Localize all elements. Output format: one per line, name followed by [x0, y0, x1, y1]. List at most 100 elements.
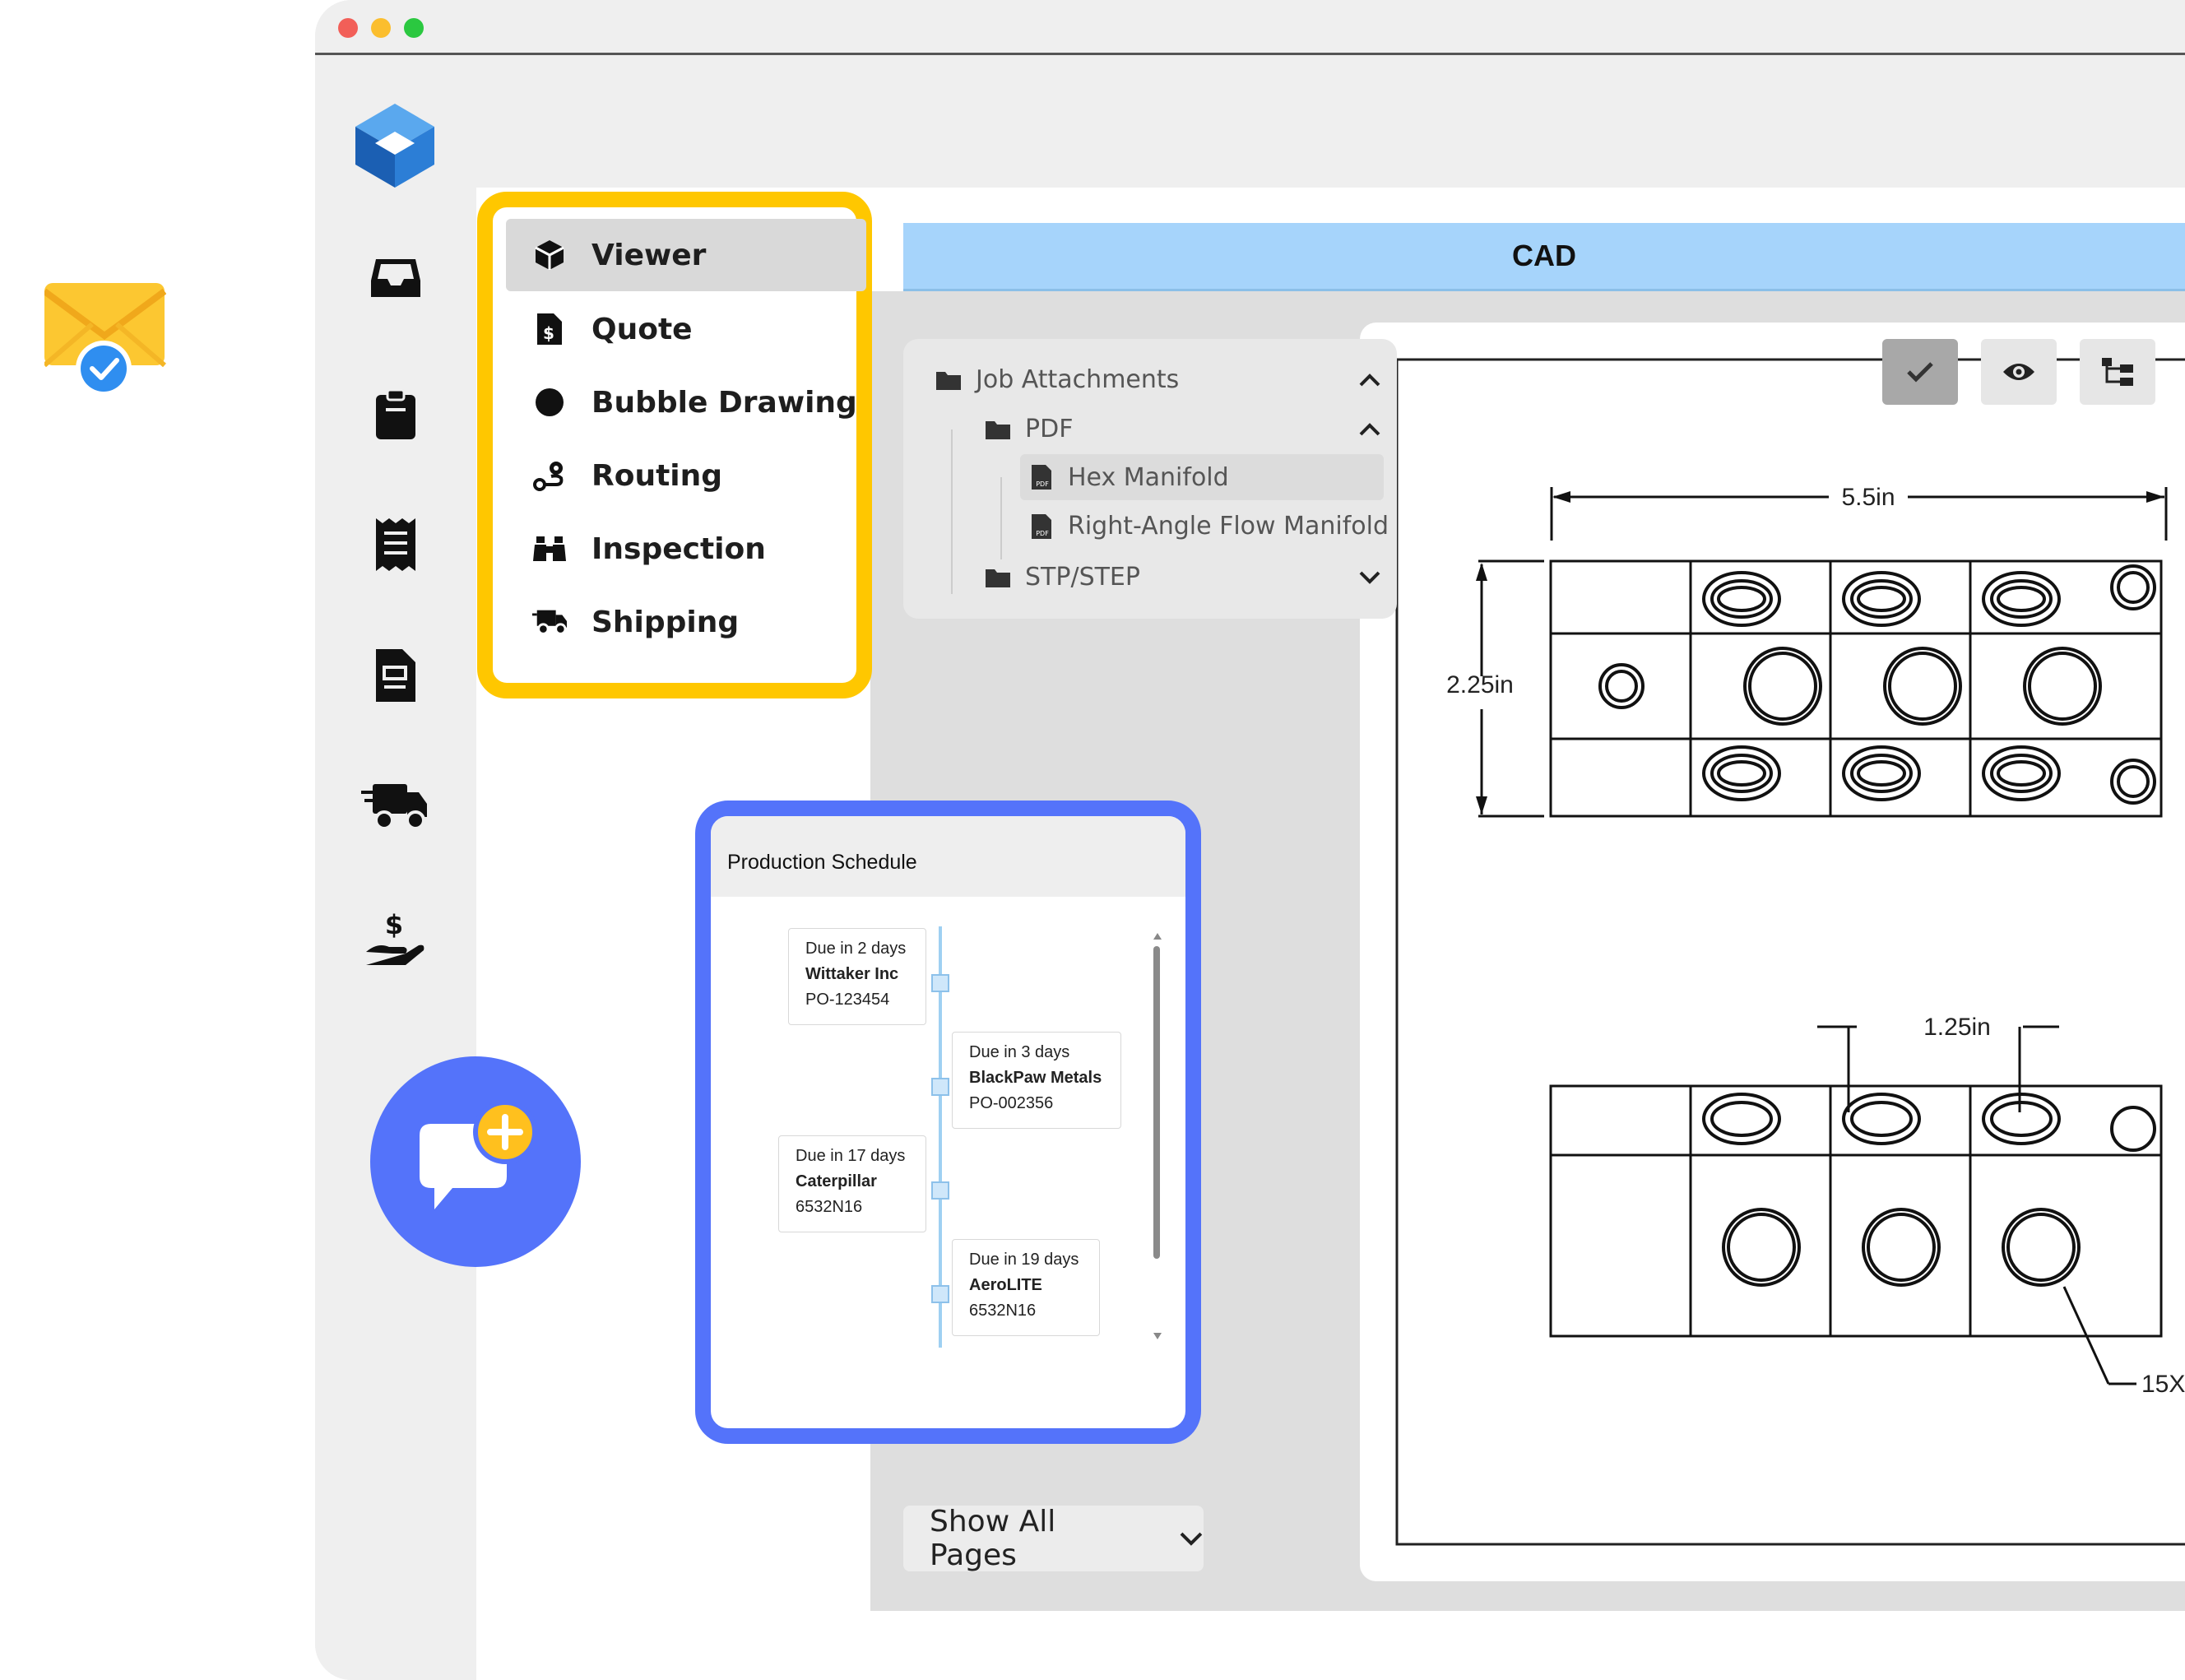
- app-logo: [352, 100, 438, 195]
- delivery-truck-icon[interactable]: [361, 781, 429, 836]
- calendar-icon: [931, 1078, 949, 1096]
- due-text: Due in 19 days: [969, 1251, 1079, 1269]
- customer-name: Wittaker Inc: [805, 965, 899, 983]
- tree-view-button[interactable]: [2080, 339, 2155, 405]
- file-label: Hex Manifold: [1068, 462, 1229, 492]
- route-icon: [532, 458, 567, 493]
- customer-name: AeroLITE: [969, 1276, 1042, 1294]
- po-number: 6532N16: [969, 1302, 1037, 1320]
- schedule-title: Production Schedule: [727, 851, 917, 874]
- hole-callout: 15X: [2141, 1371, 2185, 1398]
- sidebar: $: [315, 55, 476, 1680]
- truck-icon: [532, 605, 567, 639]
- calendar-icon: [931, 1181, 949, 1200]
- cube-icon: [532, 238, 567, 272]
- width-dimension: 5.5in: [1841, 484, 1895, 511]
- height-dimension: 2.25in: [1446, 671, 1514, 698]
- nav-label: Viewer: [591, 238, 707, 272]
- chat-add-icon: [420, 1100, 537, 1209]
- nav-item-quote[interactable]: $ Quote: [506, 293, 866, 365]
- circle-icon: [532, 385, 567, 420]
- pdf-file-icon: PDF: [1032, 465, 1051, 490]
- maximize-window-button[interactable]: [404, 18, 424, 38]
- due-text: Due in 2 days: [805, 940, 907, 958]
- schedule-card[interactable]: Due in 2 days Wittaker Inc PO-123454: [788, 928, 926, 1025]
- due-text: Due in 3 days: [969, 1043, 1070, 1061]
- module-nav-panel: Viewer $ Quote Bubble Drawing Routing In…: [477, 192, 872, 698]
- scroll-up-arrow[interactable]: [1153, 933, 1162, 940]
- cad-drawing-sheet: 5.5in 2.25in 1.25in 15X: [1360, 323, 2185, 1581]
- po-number: PO-002356: [969, 1094, 1054, 1112]
- title-bar: [315, 0, 2185, 55]
- cad-header: CAD: [903, 223, 2185, 291]
- folder-icon: [986, 569, 1010, 587]
- close-window-button[interactable]: [338, 18, 358, 38]
- file-hex-manifold[interactable]: PDF Hex Manifold: [1020, 454, 1384, 500]
- show-all-pages-label: Show All Pages: [930, 1505, 1056, 1572]
- technical-drawing: 5.5in 2.25in 1.25in 15X: [1395, 358, 2185, 1546]
- chevron-up-icon[interactable]: [1359, 422, 1380, 436]
- payment-hand-icon[interactable]: $: [364, 909, 425, 972]
- folder-icon: [986, 420, 1010, 439]
- chevron-down-icon[interactable]: [1359, 571, 1380, 584]
- approve-button[interactable]: [1882, 339, 1958, 405]
- tree-guide-line: [1000, 477, 1002, 559]
- svg-text:$: $: [385, 911, 403, 940]
- scroll-down-arrow[interactable]: [1153, 1333, 1162, 1339]
- check-icon: [1907, 362, 1933, 383]
- chevron-down-icon: [1180, 1532, 1203, 1546]
- nav-item-viewer[interactable]: Viewer: [506, 219, 866, 291]
- schedule-card[interactable]: Due in 17 days Caterpillar 6532N16: [778, 1135, 926, 1232]
- inbox-icon[interactable]: [369, 256, 422, 306]
- pitch-dimension: 1.25in: [1923, 1014, 1991, 1041]
- dollar-file-icon: $: [532, 312, 567, 346]
- nav-item-bubble-drawing[interactable]: Bubble Drawing: [506, 366, 866, 439]
- binoculars-icon: [532, 531, 567, 566]
- nav-label: Inspection: [591, 531, 766, 566]
- nav-label: Routing: [591, 458, 723, 493]
- schedule-header: Production Schedule: [711, 816, 1185, 897]
- folder-label: STP/STEP: [1025, 563, 1140, 592]
- clipboard-icon[interactable]: [376, 388, 415, 443]
- tree-structure-icon: [2102, 358, 2133, 386]
- calendar-icon: [931, 1285, 949, 1303]
- svg-text:$: $: [543, 323, 554, 343]
- attachments-tree: Job Attachments PDF PDF Hex Manifold PDF…: [903, 339, 1397, 619]
- svg-text:PDF: PDF: [1036, 530, 1049, 537]
- svg-text:PDF: PDF: [1036, 480, 1049, 488]
- eye-icon: [2003, 364, 2034, 380]
- schedule-card[interactable]: Due in 3 days BlackPaw Metals PO-002356: [952, 1032, 1121, 1129]
- chevron-up-icon[interactable]: [1359, 373, 1380, 387]
- po-number: 6532N16: [796, 1198, 863, 1216]
- due-text: Due in 17 days: [796, 1147, 906, 1165]
- new-chat-button[interactable]: [370, 1056, 581, 1267]
- preview-button[interactable]: [1981, 339, 2057, 405]
- tree-guide-line: [951, 429, 953, 594]
- cad-title: CAD: [1512, 239, 1576, 272]
- schedule-card[interactable]: Due in 19 days AeroLITE 6532N16: [952, 1239, 1100, 1336]
- folder-stp-step[interactable]: STP/STEP: [986, 563, 1380, 592]
- nav-item-inspection[interactable]: Inspection: [506, 513, 866, 585]
- file-right-angle-flow-manifold[interactable]: PDF Right-Angle Flow Manifold: [1032, 512, 1394, 541]
- minimize-window-button[interactable]: [371, 18, 391, 38]
- scrollbar-thumb[interactable]: [1153, 946, 1160, 1259]
- nav-label: Quote: [591, 312, 693, 346]
- production-schedule-panel: Production Schedule Due in 2 days Wittak…: [695, 801, 1201, 1444]
- nav-item-routing[interactable]: Routing: [506, 439, 866, 512]
- folder-label: Job Attachments: [976, 365, 1180, 394]
- folder-pdf[interactable]: PDF: [986, 415, 1380, 443]
- pdf-file-icon: PDF: [1032, 513, 1051, 539]
- receipt-icon[interactable]: [376, 518, 415, 575]
- file-label: Right-Angle Flow Manifold: [1068, 512, 1389, 541]
- folder-job-attachments[interactable]: Job Attachments: [936, 365, 1380, 394]
- calendar-icon: [931, 974, 949, 992]
- nav-label: Shipping: [591, 605, 740, 639]
- nav-item-shipping[interactable]: Shipping: [506, 586, 866, 658]
- folder-label: PDF: [1025, 415, 1074, 443]
- customer-name: BlackPaw Metals: [969, 1069, 1102, 1087]
- nav-label: Bubble Drawing: [591, 385, 857, 420]
- document-icon[interactable]: [376, 649, 415, 706]
- show-all-pages-dropdown[interactable]: Show All Pages: [903, 1505, 1204, 1572]
- folder-icon: [936, 371, 961, 390]
- scrollbar[interactable]: [1153, 933, 1162, 1343]
